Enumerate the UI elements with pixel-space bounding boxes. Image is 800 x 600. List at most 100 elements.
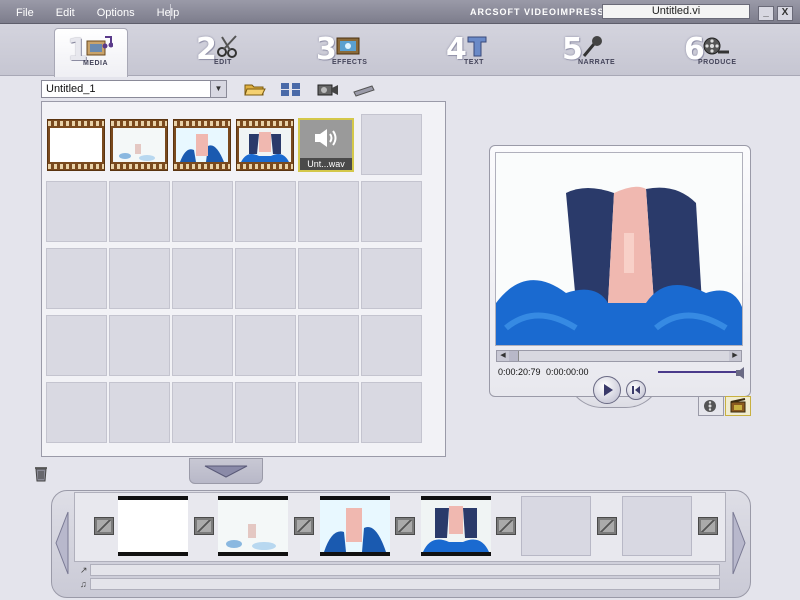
title-bar: File Edit Options Help ARCSOFT VIDEOIMPR… — [0, 0, 800, 24]
media-thumbnail[interactable] — [235, 114, 296, 175]
menu-file[interactable]: File — [8, 5, 42, 21]
tab-produce[interactable]: 6 PRODUCE — [672, 28, 746, 76]
media-empty-slot[interactable] — [109, 248, 170, 309]
storyboard-empty-slot[interactable] — [521, 496, 591, 556]
tab-narrate[interactable]: 5 NARRATE — [550, 28, 624, 76]
media-empty-slot[interactable] — [172, 181, 233, 242]
video-frame-image — [119, 144, 155, 161]
media-empty-slot[interactable] — [361, 315, 422, 376]
media-empty-slot[interactable] — [298, 181, 359, 242]
media-empty-slot[interactable] — [172, 382, 233, 443]
volume-slider[interactable] — [658, 366, 748, 380]
camera-icon[interactable] — [316, 81, 340, 97]
film-strip-frame — [47, 119, 105, 171]
media-empty-slot[interactable] — [109, 181, 170, 242]
text-icon — [467, 36, 487, 57]
transition-slot[interactable] — [496, 517, 516, 535]
media-empty-slot[interactable] — [172, 248, 233, 309]
transition-slot[interactable] — [294, 517, 314, 535]
scroll-left-icon[interactable] — [54, 510, 70, 576]
scissors-icon — [217, 35, 237, 58]
storyboard-clip[interactable] — [320, 496, 390, 556]
media-empty-slot[interactable] — [46, 248, 107, 309]
storyboard-view-button[interactable] — [698, 396, 724, 416]
video-frame — [113, 128, 165, 162]
media-thumbnail[interactable] — [46, 114, 107, 175]
media-empty-slot[interactable] — [46, 315, 107, 376]
media-empty-slot[interactable] — [361, 382, 422, 443]
media-empty-slot[interactable] — [235, 248, 296, 309]
media-empty-slot[interactable] — [298, 248, 359, 309]
close-button[interactable]: X — [777, 6, 793, 21]
transition-slot[interactable] — [194, 517, 214, 535]
video-frame-image — [180, 134, 224, 162]
tab-media[interactable]: 1 MEDIA — [54, 28, 128, 77]
file-title-field: Untitled.vi — [602, 4, 750, 19]
media-empty-slot[interactable] — [46, 382, 107, 443]
media-empty-slot[interactable] — [298, 315, 359, 376]
storyboard-clip[interactable] — [421, 496, 491, 556]
film-reel-icon — [704, 400, 716, 412]
scroll-right-icon[interactable] — [731, 510, 747, 576]
media-empty-slot[interactable] — [298, 382, 359, 443]
media-empty-slot[interactable] — [172, 315, 233, 376]
media-library-panel: Unt...wav — [41, 101, 446, 457]
video-frame-image — [241, 132, 289, 162]
storyboard-clip[interactable] — [118, 496, 188, 556]
media-empty-slot[interactable] — [361, 248, 422, 309]
tab-label: EFFECTS — [332, 59, 368, 66]
transition-slot[interactable] — [698, 517, 718, 535]
open-folder-icon[interactable] — [243, 81, 267, 97]
seek-right-icon[interactable]: ▶ — [729, 351, 741, 361]
media-empty-slot[interactable] — [235, 181, 296, 242]
timeline-view-button[interactable] — [725, 396, 751, 416]
media-thumbnail[interactable] — [172, 114, 233, 175]
clip-image — [423, 506, 489, 552]
microphone-icon — [582, 36, 602, 57]
tape-icon[interactable] — [352, 81, 376, 97]
expand-collapse-button[interactable] — [189, 458, 263, 484]
media-icon — [86, 36, 113, 56]
seek-left-icon[interactable]: ◀ — [497, 351, 509, 361]
tab-effects[interactable]: 3 EFFECTS — [304, 28, 378, 76]
clapperboard-icon — [730, 398, 746, 413]
storyboard-empty-slot[interactable] — [622, 496, 692, 556]
tab-label: MEDIA — [83, 60, 109, 67]
seek-thumb[interactable] — [509, 351, 519, 361]
transition-slot[interactable] — [597, 517, 617, 535]
media-grid: Unt...wav — [46, 114, 422, 443]
media-empty-slot[interactable] — [235, 315, 296, 376]
menu-help[interactable]: Help — [149, 5, 188, 21]
media-empty-slot[interactable] — [361, 114, 422, 175]
scan-icon[interactable] — [279, 81, 303, 97]
menu-divider — [170, 4, 171, 20]
tab-label: TEXT — [464, 59, 484, 66]
storyboard-clip[interactable] — [218, 496, 288, 556]
tab-label: NARRATE — [578, 59, 616, 66]
media-empty-slot[interactable] — [109, 315, 170, 376]
media-thumbnail[interactable] — [109, 114, 170, 175]
minimize-button[interactable]: _ — [758, 6, 774, 21]
media-empty-slot[interactable] — [235, 382, 296, 443]
music-track[interactable] — [90, 578, 720, 590]
menu-options[interactable]: Options — [89, 5, 143, 21]
media-empty-slot[interactable] — [46, 181, 107, 242]
transition-slot[interactable] — [395, 517, 415, 535]
film-strip-frame — [110, 119, 168, 171]
audio-filename: Unt...wav — [300, 158, 352, 170]
trash-icon[interactable] — [33, 464, 49, 482]
play-button[interactable] — [593, 376, 621, 404]
video-frame — [176, 128, 228, 162]
transition-slot[interactable] — [94, 517, 114, 535]
chevron-down-icon[interactable]: ▼ — [210, 81, 226, 97]
tab-edit[interactable]: 2 EDIT — [184, 28, 258, 76]
tab-text[interactable]: 4 TEXT — [434, 28, 508, 76]
media-empty-slot[interactable] — [361, 181, 422, 242]
seek-bar[interactable]: ◀ ▶ — [496, 350, 742, 362]
media-thumbnail-audio[interactable]: Unt...wav — [298, 114, 359, 175]
menu-edit[interactable]: Edit — [48, 5, 83, 21]
rewind-button[interactable] — [626, 380, 646, 400]
narration-track[interactable] — [90, 564, 720, 576]
media-empty-slot[interactable] — [109, 382, 170, 443]
album-select[interactable]: Untitled_1 ▼ — [41, 80, 227, 98]
